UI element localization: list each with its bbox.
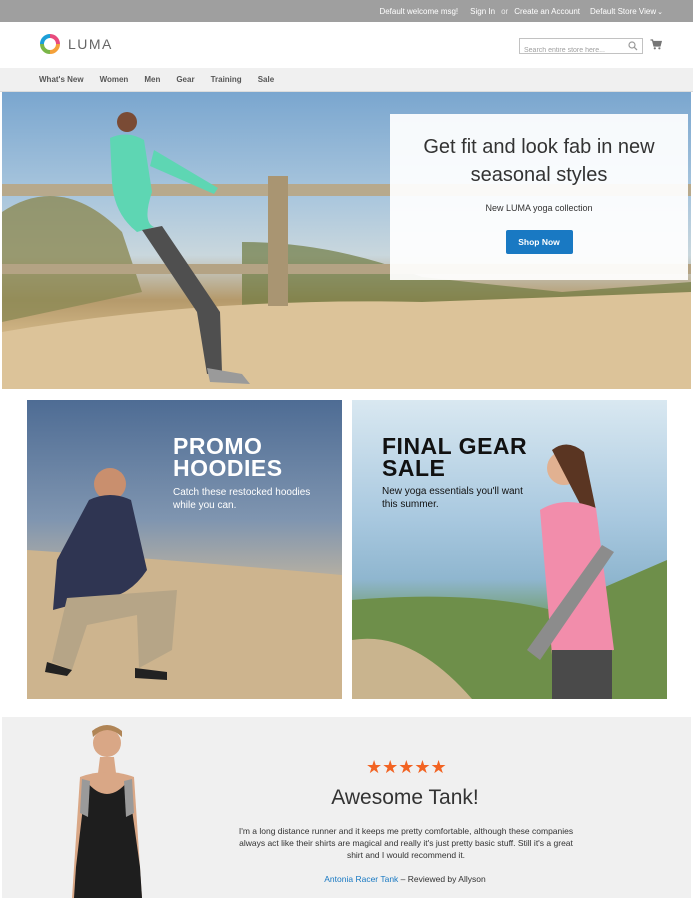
final-gear-sale-subtitle: New yoga essentials you'll want this sum… <box>382 486 523 510</box>
search-icon[interactable] <box>628 41 638 51</box>
product-link[interactable]: Antonia Racer Tank <box>324 874 398 884</box>
testimonial-quote: I'm a long distance runner and it keeps … <box>238 826 574 860</box>
model-image <box>72 725 142 898</box>
top-links: Default welcome msg! Sign In or Create a… <box>379 0 663 22</box>
hero-headline: Get fit and look fab in new seasonal sty… <box>423 136 655 186</box>
search-input[interactable] <box>520 43 620 58</box>
shop-now-button[interactable]: Shop Now <box>505 230 573 254</box>
nav-item-whats-new[interactable]: What's New <box>39 75 84 84</box>
store-view-switcher[interactable]: Default Store View⌄ <box>590 7 663 16</box>
site-header: LUMA <box>0 22 693 68</box>
nav-item-men[interactable]: Men <box>144 75 160 84</box>
top-bar: Default welcome msg! Sign In or Create a… <box>0 0 693 22</box>
create-account-link[interactable]: Create an Account <box>514 7 580 16</box>
logo[interactable]: LUMA <box>39 33 113 55</box>
welcome-message: Default welcome msg! <box>379 6 459 16</box>
final-gear-sale-title: FINAL GEAR SALE <box>382 433 528 481</box>
logo-text: LUMA <box>68 36 113 52</box>
or-separator: or <box>501 6 509 16</box>
promo-hoodies-title: PROMO HOODIES <box>173 433 283 481</box>
rating-stars: ★★★★★ <box>366 757 447 777</box>
testimonial-title: Awesome Tank! <box>331 786 479 809</box>
reviewed-by: – Reviewed by Allyson <box>398 874 486 884</box>
chevron-down-icon: ⌄ <box>657 8 663 16</box>
promo-hoodies-subtitle: Catch these restocked hoodies while you … <box>173 487 311 511</box>
main-navigation: What's New Women Men Gear Training Sale <box>0 68 693 92</box>
final-gear-sale-block[interactable]: FINAL GEAR SALE New yoga essentials you'… <box>352 400 667 699</box>
nav-item-training[interactable]: Training <box>211 75 242 84</box>
testimonial-byline: Antonia Racer Tank – Reviewed by Allyson <box>252 874 558 884</box>
luma-logo-icon <box>40 34 60 54</box>
cart-icon[interactable] <box>650 39 662 50</box>
testimonial-section: ★★★★★ Awesome Tank! I'm a long distance … <box>2 717 691 898</box>
nav-item-gear[interactable]: Gear <box>176 75 194 84</box>
sign-in-link[interactable]: Sign In <box>470 7 495 16</box>
search-box <box>519 38 643 58</box>
nav-item-women[interactable]: Women <box>100 75 129 84</box>
store-view-label: Default Store View <box>590 6 657 16</box>
hero-banner[interactable]: Get fit and look fab in new seasonal sty… <box>2 92 691 389</box>
hero-subtext: New LUMA yoga collection <box>485 203 593 213</box>
promo-hoodies-block[interactable]: PROMO HOODIES Catch these restocked hood… <box>27 400 342 699</box>
nav-item-sale[interactable]: Sale <box>258 75 274 84</box>
hero-panel: Get fit and look fab in new seasonal sty… <box>390 114 688 280</box>
